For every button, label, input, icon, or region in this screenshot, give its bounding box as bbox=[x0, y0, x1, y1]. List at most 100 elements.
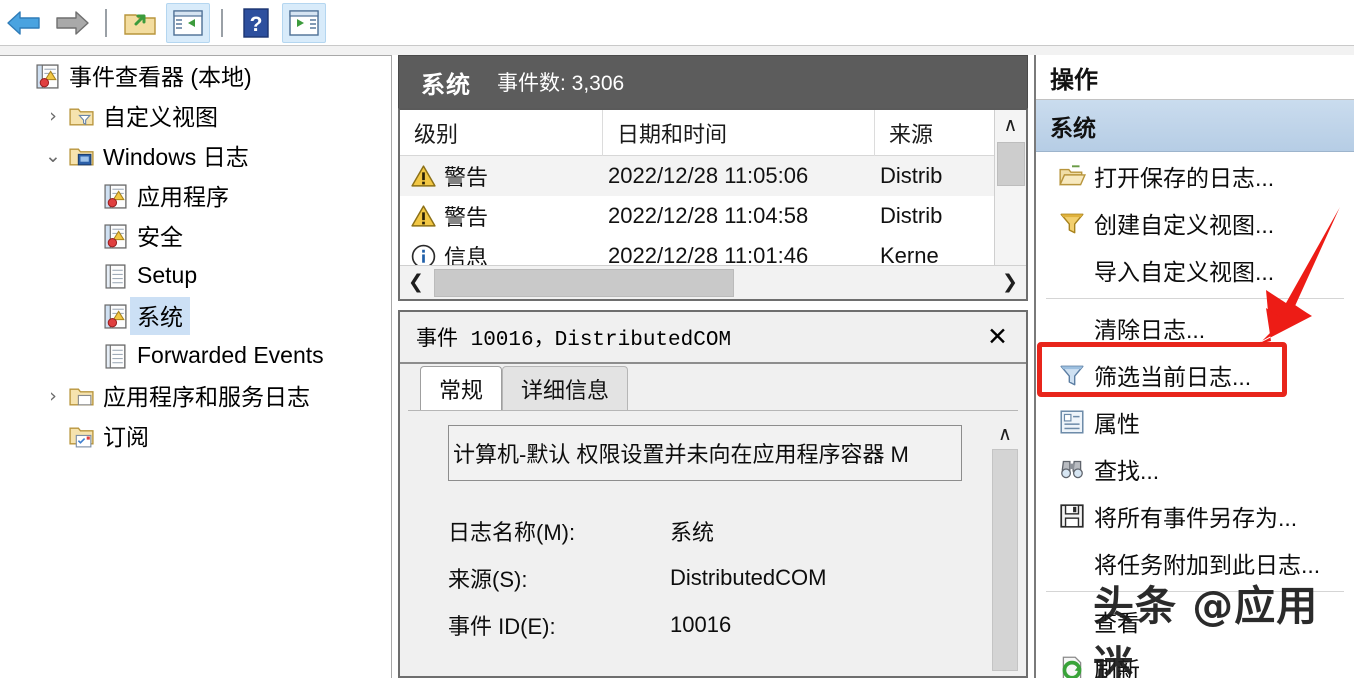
event-list-horizontal-scrollbar[interactable]: ❮ ❯ bbox=[400, 265, 1026, 299]
tree-item-label: Forwarded Events bbox=[137, 341, 324, 368]
forward-arrow-icon[interactable] bbox=[50, 3, 94, 43]
scroll-left-icon[interactable]: ❮ bbox=[400, 271, 432, 294]
event-viewer-icon bbox=[34, 63, 61, 90]
action-item-7[interactable]: 将所有事件另存为... bbox=[1036, 492, 1354, 539]
action-item-label: 导入自定义视图... bbox=[1094, 258, 1275, 285]
open-folder-icon-wrap bbox=[1050, 162, 1094, 190]
tree-item-label: Windows 日志 bbox=[103, 144, 249, 170]
chevron-right-icon[interactable]: › bbox=[40, 385, 66, 407]
tab-0[interactable]: 常规 bbox=[420, 366, 503, 410]
up-folder-icon[interactable] bbox=[118, 3, 162, 43]
action-item-5[interactable]: 属性 bbox=[1036, 398, 1354, 445]
filter-funnel-icon bbox=[1058, 361, 1086, 389]
console-tree-panel: 事件查看器 (本地) › 自定义视图 ⌄ Windows 日志 应用程序 安全 … bbox=[0, 55, 392, 678]
scrollbar-thumb[interactable] bbox=[996, 142, 1025, 186]
detail-scroll-up-icon[interactable]: ∧ bbox=[998, 419, 1012, 449]
actions-panel-title: 操作 bbox=[1036, 55, 1354, 100]
tree-item-label: 自定义视图 bbox=[103, 104, 218, 130]
center-column: 系统 事件数: 3,306 级别 日期和时间 来源 警告 2022/12/28 1… bbox=[398, 55, 1028, 678]
filter-funnel-icon-wrap bbox=[1050, 361, 1094, 389]
cell-datetime: 2022/12/28 11:05:06 bbox=[608, 163, 809, 188]
close-icon[interactable]: ✕ bbox=[987, 322, 1008, 352]
tree-item-label: 订阅 bbox=[103, 424, 149, 450]
toolbar-separator-2 bbox=[221, 9, 223, 37]
cell-source: Distrib bbox=[880, 203, 943, 228]
tree-item-2[interactable]: ⌄ Windows 日志 bbox=[0, 136, 391, 176]
help-icon[interactable]: ? bbox=[234, 3, 278, 43]
event-detail-pane: 事件 10016，DistributedCOM ✕ 常规 详细信息 计算机-默认 … bbox=[398, 310, 1028, 678]
event-detail-tabs: 常规 详细信息 bbox=[400, 364, 1026, 410]
column-header-datetime[interactable]: 日期和时间 bbox=[602, 109, 874, 156]
show-hide-action-pane-icon[interactable] bbox=[282, 3, 326, 43]
hscrollbar-thumb[interactable] bbox=[434, 268, 734, 297]
tree-item-9[interactable]: 订阅 bbox=[0, 416, 391, 456]
tree-item-label: 安全 bbox=[137, 224, 183, 250]
detail-field-value: 10016 bbox=[670, 611, 732, 637]
properties-icon-wrap bbox=[1050, 408, 1094, 436]
tree-item-1[interactable]: › 自定义视图 bbox=[0, 96, 391, 136]
severity-wrap bbox=[408, 163, 438, 189]
action-item-3[interactable]: 清除日志... bbox=[1036, 304, 1354, 351]
chevron-right-icon[interactable]: › bbox=[40, 105, 66, 127]
tree-item-label: 事件查看器 (本地) bbox=[69, 64, 252, 90]
table-row[interactable]: 警告 2022/12/28 11:05:06 Distrib bbox=[400, 156, 1026, 196]
binoculars-icon-wrap bbox=[1050, 455, 1094, 483]
scroll-right-icon[interactable]: ❯ bbox=[994, 271, 1026, 294]
action-item-2[interactable]: 导入自定义视图... bbox=[1036, 246, 1354, 293]
log-title: 系统 bbox=[421, 71, 471, 99]
tree-item-7[interactable]: Forwarded Events bbox=[0, 336, 391, 376]
tree-item-6[interactable]: 系统 bbox=[0, 296, 391, 336]
chevron-down-icon[interactable]: ⌄ bbox=[40, 145, 66, 167]
tree-item-5[interactable]: Setup bbox=[0, 256, 391, 296]
tree-item-label: Setup bbox=[137, 261, 198, 288]
tree-item-label: 应用程序和服务日志 bbox=[103, 384, 310, 410]
detail-field-value: DistributedCOM bbox=[670, 564, 827, 590]
tree-item-8[interactable]: › 应用程序和服务日志 bbox=[0, 376, 391, 416]
cell-level: 警告 bbox=[400, 200, 602, 232]
action-item-1[interactable]: 创建自定义视图... bbox=[1036, 199, 1354, 246]
event-detail-title: 事件 10016，DistributedCOM bbox=[416, 329, 732, 352]
tab-1[interactable]: 详细信息 bbox=[502, 366, 629, 410]
tree-icon-wrap bbox=[100, 303, 130, 330]
event-detail-header: 事件 10016，DistributedCOM ✕ bbox=[400, 312, 1026, 364]
toolbar-band bbox=[0, 46, 1354, 55]
binoculars-icon bbox=[1058, 455, 1086, 483]
column-header-level[interactable]: 级别 bbox=[400, 110, 602, 156]
log-book-icon bbox=[102, 303, 129, 330]
table-row[interactable]: 警告 2022/12/28 11:04:58 Distrib bbox=[400, 196, 1026, 236]
watermark: 头条 @应用迷 bbox=[1093, 582, 1319, 678]
action-item-label: 打开保存的日志... bbox=[1094, 164, 1275, 191]
action-item-label: 将所有事件另存为... bbox=[1094, 504, 1298, 531]
tree-item-3[interactable]: 应用程序 bbox=[0, 176, 391, 216]
action-item-6[interactable]: 查找... bbox=[1036, 445, 1354, 492]
cell-level-text: 警告 bbox=[444, 205, 489, 230]
scroll-up-icon[interactable]: ∧ bbox=[995, 110, 1027, 140]
severity-wrap bbox=[408, 203, 438, 229]
show-hide-console-tree-icon[interactable] bbox=[166, 3, 210, 43]
tree-icon-wrap bbox=[100, 223, 130, 250]
detail-field-row: 日志名称(M): 系统 bbox=[448, 507, 1026, 554]
event-field-list: 日志名称(M): 系统 来源(S): DistributedCOM 事件 ID(E): 1… bbox=[448, 507, 1026, 648]
action-item-0[interactable]: 打开保存的日志... bbox=[1036, 152, 1354, 199]
windows-logs-folder-icon bbox=[68, 143, 95, 170]
column-header-source[interactable]: 来源 bbox=[874, 109, 994, 156]
detail-scrollbar-thumb[interactable] bbox=[992, 449, 1018, 671]
app-services-folder-icon bbox=[68, 383, 95, 410]
log-header: 系统 事件数: 3,306 bbox=[398, 55, 1028, 108]
warning-icon bbox=[410, 203, 437, 230]
tree-icon-wrap bbox=[32, 63, 62, 90]
save-disk-icon-wrap bbox=[1050, 502, 1094, 530]
cell-level: 警告 bbox=[400, 160, 602, 192]
refresh-icon-wrap bbox=[1050, 654, 1094, 678]
event-detail-body: 计算机-默认 权限设置并未向在应用程序容器 M 日志名称(M): 系统 来源(S):… bbox=[400, 411, 1026, 673]
back-arrow-icon[interactable] bbox=[2, 3, 46, 43]
action-item-4[interactable]: 筛选当前日志... bbox=[1036, 351, 1354, 398]
detail-field-row: 事件 ID(E): 10016 bbox=[448, 601, 1026, 648]
tree-item-4[interactable]: 安全 bbox=[0, 216, 391, 256]
save-disk-icon bbox=[1058, 502, 1086, 530]
action-item-label: 属性 bbox=[1094, 410, 1140, 437]
detail-field-row: 来源(S): DistributedCOM bbox=[448, 554, 1026, 601]
filter-funnel-gold-icon bbox=[1058, 209, 1086, 237]
tree-item-0[interactable]: 事件查看器 (本地) bbox=[0, 56, 391, 96]
event-detail-scrollbar[interactable]: ∧ bbox=[990, 419, 1020, 671]
